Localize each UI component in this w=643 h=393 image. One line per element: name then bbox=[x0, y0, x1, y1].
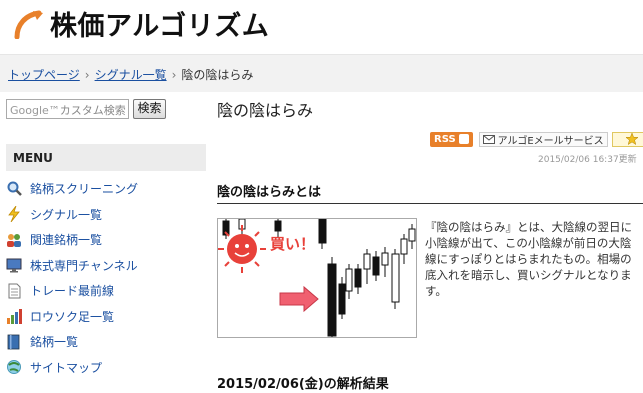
sidebar-item-label: シグナル一覧 bbox=[30, 207, 103, 222]
sidebar-item-stocks[interactable]: 銘柄一覧 bbox=[6, 329, 206, 355]
site-title[interactable]: 株価アルゴリズム bbox=[50, 4, 269, 43]
breadcrumb-separator: › bbox=[171, 68, 177, 82]
page-title: 陰の陰はらみ bbox=[217, 101, 314, 120]
sidebar-item-label: サイトマップ bbox=[30, 360, 103, 375]
sitemap-icon bbox=[6, 359, 22, 375]
favorite-button[interactable] bbox=[611, 131, 643, 147]
breadcrumb-link-top[interactable]: トップページ bbox=[8, 68, 80, 82]
description-text: 『陰の陰はらみ』とは、大陰線の翌日に 小陰線が出て、この小陰線が前日の大陰 線に… bbox=[425, 219, 643, 299]
sidebar-item-sitemap[interactable]: サイトマップ bbox=[6, 355, 206, 381]
mail-service-button[interactable]: アルゴEメールサービス bbox=[478, 131, 608, 147]
section-title: 陰の陰はらみとは bbox=[217, 185, 322, 200]
description-line: 線にすっぽりとはらまれたもの。相場の bbox=[425, 252, 632, 266]
candlestick-illustration: 買い！ bbox=[217, 218, 417, 338]
site-header: 株価アルゴリズム bbox=[0, 0, 643, 54]
description-line: す。 bbox=[425, 284, 447, 298]
monitor-icon bbox=[6, 257, 22, 273]
sidebar-item-label: トレード最前線 bbox=[30, 284, 115, 299]
sidebar-item-label: 株式専門チャンネル bbox=[30, 258, 138, 273]
buy-caption: 買い！ bbox=[270, 235, 315, 253]
bar-chart-icon bbox=[6, 308, 22, 324]
sidebar-menu: 銘柄スクリーニング シグナル一覧 関連銘柄一覧 株式専門チャンネル トレード最前… bbox=[6, 176, 206, 380]
rss-icon bbox=[458, 134, 469, 144]
mail-service-label: アルゴEメールサービス bbox=[497, 135, 604, 147]
share-bar: RSS アルゴEメールサービス bbox=[430, 131, 643, 147]
candlestick-chart: 買い！ bbox=[218, 219, 416, 337]
description-line: 小陰線が出て、この小陰線が前日の大陰 bbox=[425, 236, 632, 250]
sidebar-item-related[interactable]: 関連銘柄一覧 bbox=[6, 227, 206, 253]
magnifier-icon bbox=[6, 181, 22, 197]
breadcrumb: トップページ › シグナル一覧 › 陰の陰はらみ bbox=[0, 54, 643, 92]
lightning-icon bbox=[6, 206, 22, 223]
breadcrumb-separator: › bbox=[84, 68, 90, 82]
search-placeholder: カスタム検索 bbox=[59, 104, 126, 117]
star-icon bbox=[625, 133, 638, 145]
sidebar-item-label: 銘柄スクリーニング bbox=[30, 182, 139, 197]
menu-header: MENU bbox=[6, 144, 206, 171]
section-divider bbox=[217, 203, 643, 204]
sidebar-item-label: ロウソク足一覧 bbox=[30, 309, 115, 324]
breadcrumb-current: 陰の陰はらみ bbox=[181, 68, 254, 82]
search-input[interactable]: Google™カスタム検索 bbox=[6, 99, 129, 119]
result-title: 2015/02/06(金)の解析結果 bbox=[217, 377, 389, 392]
breadcrumb-link-signals[interactable]: シグナル一覧 bbox=[95, 68, 167, 82]
rss-label: RSS bbox=[434, 133, 456, 145]
description-line: 『陰の陰はらみ』とは、大陰線の翌日に bbox=[425, 220, 632, 234]
sidebar-item-trade[interactable]: トレード最前線 bbox=[6, 278, 206, 304]
arrow-icon bbox=[279, 285, 319, 313]
people-icon bbox=[6, 232, 22, 248]
rss-button[interactable]: RSS bbox=[430, 131, 473, 147]
google-placeholder-prefix: Google™ bbox=[10, 104, 60, 117]
book-icon bbox=[6, 334, 22, 350]
mail-icon bbox=[482, 134, 495, 144]
sidebar-item-label: 関連銘柄一覧 bbox=[30, 233, 103, 248]
description-line: 底入れを暗示し、買いシグナルとなりま bbox=[425, 268, 632, 282]
sidebar-item-signals[interactable]: シグナル一覧 bbox=[6, 202, 206, 228]
sidebar-item-label: 銘柄一覧 bbox=[30, 335, 79, 350]
update-timestamp: 2015/02/06 16:37更新 bbox=[538, 155, 637, 165]
sidebar-item-channel[interactable]: 株式専門チャンネル bbox=[6, 253, 206, 279]
logo-icon bbox=[14, 10, 43, 39]
sidebar-item-screening[interactable]: 銘柄スクリーニング bbox=[6, 176, 206, 202]
sidebar-item-candles[interactable]: ロウソク足一覧 bbox=[6, 304, 206, 330]
search-button[interactable]: 検索 bbox=[133, 99, 166, 119]
document-icon bbox=[6, 283, 22, 299]
